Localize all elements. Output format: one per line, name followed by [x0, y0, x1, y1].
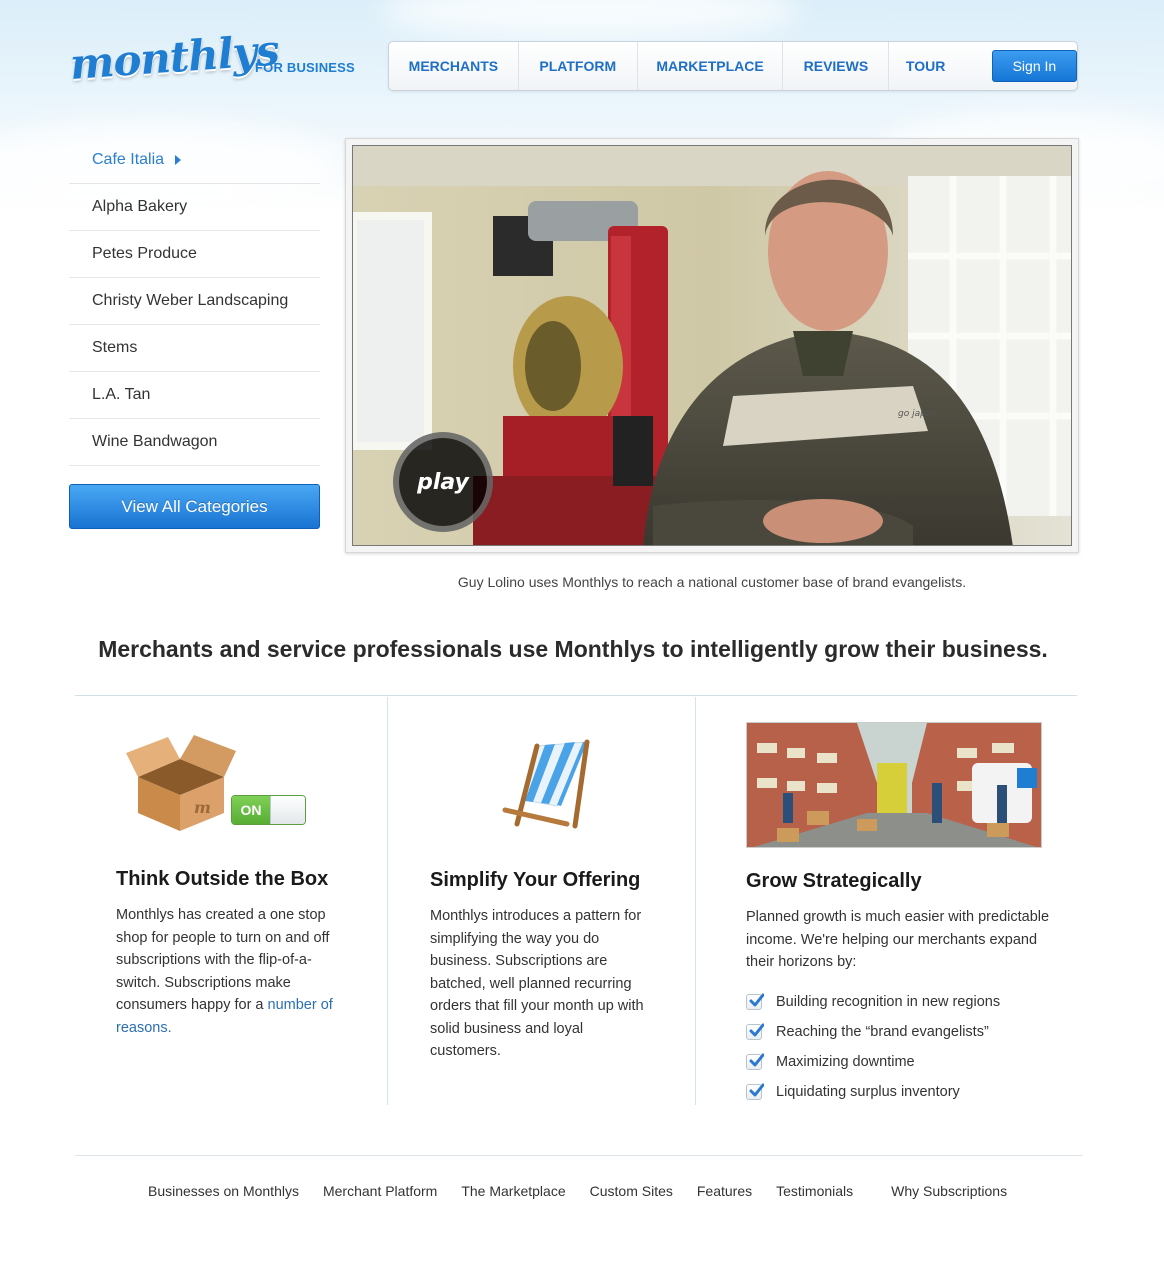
footer-divider — [75, 1155, 1083, 1156]
checklist-label: Reaching the “brand evangelists” — [776, 1024, 989, 1040]
checklist-label: Building recognition in new regions — [776, 994, 1001, 1010]
checkbox-checked-icon — [746, 1023, 764, 1040]
nav-marketplace[interactable]: MARKETPLACE — [638, 42, 784, 90]
checkbox-checked-icon — [746, 1053, 764, 1070]
tagline: FOR BUSINESS — [255, 60, 355, 75]
feature-body-simplify: Monthlys introduces a pattern for simpli… — [430, 908, 644, 1059]
checklist-label: Maximizing downtime — [776, 1054, 915, 1070]
monthlys-logo[interactable]: monthlys — [68, 25, 280, 96]
video-caption: Guy Lolino uses Monthlys to reach a nati… — [457, 574, 967, 590]
play-button[interactable]: play — [393, 432, 493, 532]
footer-link-marketplace[interactable]: The Marketplace — [461, 1183, 565, 1199]
column-divider — [695, 697, 696, 1105]
sidebar-item-alpha-bakery[interactable]: Alpha Bakery — [69, 184, 320, 231]
growth-checklist: Building recognition in new regions Reac… — [746, 987, 1076, 1107]
sidebar-item-la-tan[interactable]: L.A. Tan — [69, 372, 320, 419]
beach-chair-icon — [497, 738, 593, 830]
sidebar-item-label: Christy Weber Landscaping — [92, 292, 289, 309]
feature-body-box: Monthlys has created a one stop shop for… — [116, 904, 348, 1039]
feature-title-simplify: Simplify Your Offering — [430, 869, 641, 891]
merchant-sidebar: Cafe Italia Alpha Bakery Petes Produce C… — [69, 137, 320, 466]
checkbox-checked-icon — [746, 1083, 764, 1100]
box-monthlys-mark: m — [194, 798, 211, 817]
sidebar-item-stems[interactable]: Stems — [69, 325, 320, 372]
toggle-on-label: ON — [232, 796, 270, 824]
footer-nav: Businesses on Monthlys Merchant Platform… — [136, 1183, 1019, 1199]
footer-link-testimonials[interactable]: Testimonials — [776, 1183, 853, 1199]
sidebar-item-label: Cafe Italia — [92, 151, 165, 168]
sidebar-item-label: L.A. Tan — [92, 386, 151, 403]
sidebar-item-label: Petes Produce — [92, 245, 197, 262]
footer-link-custom-sites[interactable]: Custom Sites — [590, 1183, 673, 1199]
sidebar-item-label: Alpha Bakery — [92, 198, 188, 215]
video-player: go japan play — [345, 138, 1079, 553]
nav-reviews[interactable]: REVIEWS — [783, 42, 890, 90]
on-toggle[interactable]: ON — [231, 795, 306, 825]
footer-link-businesses[interactable]: Businesses on Monthlys — [148, 1183, 299, 1199]
video-still[interactable]: go japan play — [352, 145, 1072, 546]
checklist-item: Maximizing downtime — [746, 1047, 1076, 1077]
footer-link-why-subscriptions[interactable]: Why Subscriptions — [891, 1183, 1007, 1199]
sidebar-item-label: Wine Bandwagon — [92, 433, 218, 450]
checklist-item: Building recognition in new regions — [746, 987, 1076, 1017]
sidebar-item-label: Stems — [92, 339, 138, 356]
column-divider — [387, 697, 388, 1105]
sign-in-button[interactable]: Sign In — [991, 50, 1077, 82]
nav-platform[interactable]: PLATFORM — [519, 42, 638, 90]
sidebar-item-christy-weber[interactable]: Christy Weber Landscaping — [69, 278, 320, 325]
feature-body-grow: Planned growth is much easier with predi… — [746, 909, 1050, 970]
toggle-knob — [270, 796, 305, 824]
sidebar-item-wine-bandwagon[interactable]: Wine Bandwagon — [69, 419, 320, 466]
footer-link-features[interactable]: Features — [697, 1183, 752, 1199]
section-divider — [75, 695, 1077, 696]
shirt-logo-text: go japan — [898, 409, 937, 419]
checklist-item: Liquidating surplus inventory — [746, 1077, 1076, 1107]
sidebar-item-cafe-italia[interactable]: Cafe Italia — [69, 137, 320, 184]
nav-tour[interactable]: TOUR — [889, 42, 961, 90]
footer-link-merchant-platform[interactable]: Merchant Platform — [323, 1183, 437, 1199]
checkbox-checked-icon — [746, 993, 764, 1010]
feature-title-box: Think Outside the Box — [116, 868, 329, 890]
warehouse-illustration — [746, 722, 1042, 848]
checklist-item: Reaching the “brand evangelists” — [746, 1017, 1076, 1047]
main-nav: MERCHANTS PLATFORM MARKETPLACE REVIEWS T… — [388, 41, 1078, 91]
caret-right-icon — [175, 155, 182, 165]
checklist-label: Liquidating surplus inventory — [776, 1084, 960, 1100]
sidebar-item-petes-produce[interactable]: Petes Produce — [69, 231, 320, 278]
view-all-categories-button[interactable]: View All Categories — [69, 484, 320, 529]
page-headline: Merchants and service professionals use … — [98, 636, 1048, 662]
feature-title-grow: Grow Strategically — [746, 870, 922, 892]
nav-merchants[interactable]: MERCHANTS — [389, 42, 519, 90]
cardboard-box-icon: m — [124, 733, 236, 833]
